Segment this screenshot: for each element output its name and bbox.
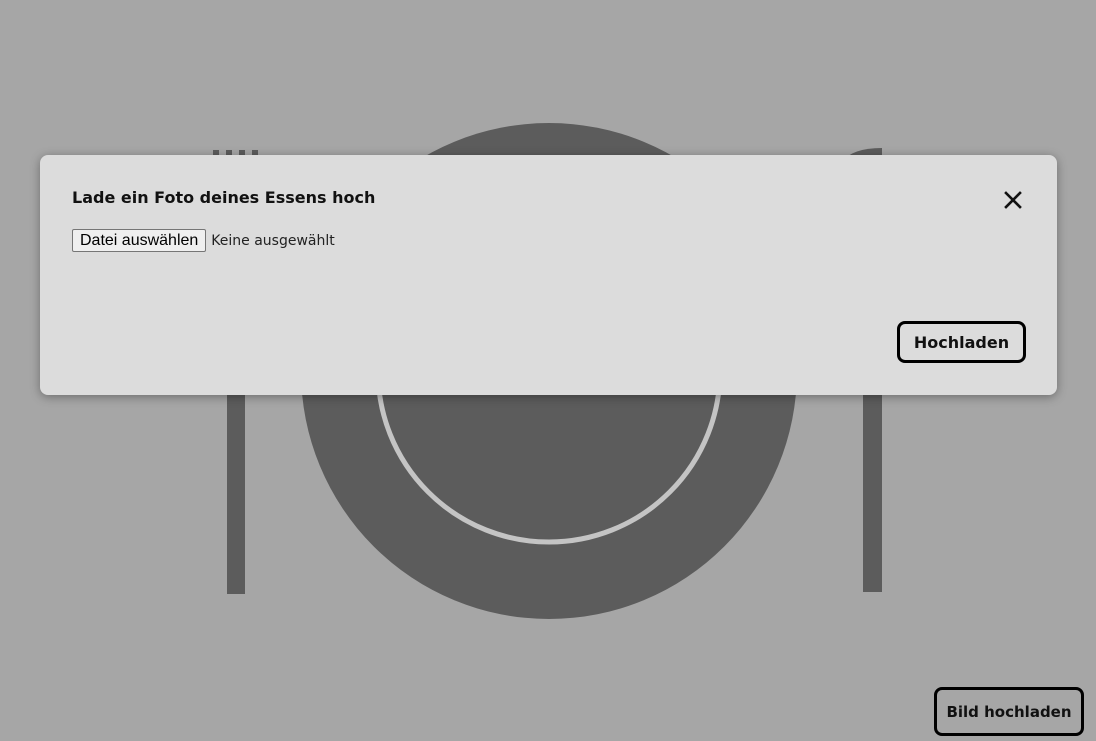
- file-status-text: Keine ausgewählt: [211, 232, 335, 249]
- close-button[interactable]: [999, 186, 1027, 214]
- submit-upload-button[interactable]: Hochladen: [897, 321, 1026, 363]
- modal-title: Lade ein Foto deines Essens hoch: [72, 188, 376, 207]
- close-icon: [1004, 191, 1022, 209]
- choose-file-button[interactable]: Datei auswählen: [72, 229, 207, 252]
- upload-image-button[interactable]: Bild hochladen: [934, 687, 1084, 736]
- upload-modal: Lade ein Foto deines Essens hoch Datei a…: [40, 155, 1057, 395]
- file-input: Datei auswählen Keine ausgewählt: [72, 229, 335, 252]
- page: Bild hochladen Lade ein Foto deines Esse…: [0, 0, 1096, 741]
